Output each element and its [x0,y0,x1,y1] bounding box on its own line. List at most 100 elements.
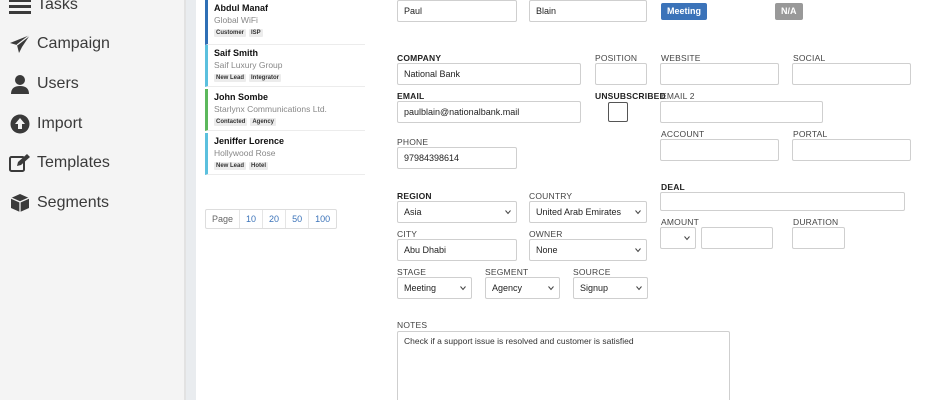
country-label: COUNTRY [529,191,573,201]
tag-badge: Contacted [214,118,248,126]
city-field[interactable]: Abu Dhabi [397,239,517,261]
email2-label: EMAIL 2 [661,91,695,101]
lead-tags: Contacted Agency [214,118,277,126]
last-name-field[interactable]: Blain [529,0,647,22]
duration-field[interactable] [792,227,845,249]
owner-select[interactable]: None [529,239,647,261]
sidebar-item-segments[interactable]: Segments [8,190,109,216]
email2-field[interactable] [660,101,823,123]
account-label: ACCOUNT [661,129,705,139]
stage-value: Meeting [404,283,437,293]
sidebar-item-templates[interactable]: Templates [8,150,110,176]
tasks-icon [8,0,32,16]
region-label: REGION [397,191,432,201]
unsubscribed-checkbox[interactable] [608,102,628,122]
chevron-down-icon [505,210,511,215]
region-value: Asia [404,207,422,217]
notes-textarea[interactable]: Check if a support issue is resolved and… [397,331,730,400]
sidebar: Tasks Campaign Users Import Templates Se… [0,0,186,400]
notes-label: NOTES [397,320,428,330]
page-label: Page [206,210,241,228]
lead-company: Hollywood Rose [214,148,276,158]
page-size-50-link[interactable]: 50 [286,210,310,228]
segment-label: SEGMENT [485,267,529,277]
social-label: SOCIAL [793,53,826,63]
social-field[interactable] [792,63,911,85]
company-label: COMPANY [397,53,442,63]
chevron-down-icon [636,286,642,291]
page-size-20-link[interactable]: 20 [263,210,287,228]
amount-field[interactable] [701,227,773,249]
company-field[interactable]: National Bank [397,63,581,85]
lead-tags: New Lead Hotel [214,162,269,170]
portal-field[interactable] [792,139,911,161]
page-size-10-link[interactable]: 10 [240,210,264,228]
account-field[interactable] [660,139,779,161]
sidebar-item-users[interactable]: Users [8,71,79,97]
sidebar-item-label: Users [37,75,79,92]
lead-name: John Sombe [214,92,269,102]
lead-company: Starlynx Communications Ltd. [214,104,327,114]
stage-label: STAGE [397,267,427,277]
segment-select[interactable]: Agency [485,277,560,299]
cube-icon [8,192,32,214]
source-select[interactable]: Signup [573,277,648,299]
lead-tags: Customer ISP [214,29,263,37]
na-badge: N/A [775,3,803,20]
stage-select[interactable]: Meeting [397,277,472,299]
chevron-down-icon [684,236,690,241]
email-label: EMAIL [397,91,425,101]
deal-label: DEAL [661,182,685,192]
region-select[interactable]: Asia [397,201,517,223]
tag-badge: New Lead [214,162,247,170]
sidebar-item-label: Tasks [37,0,78,13]
tag-badge: Agency [250,118,277,126]
phone-label: PHONE [397,137,429,147]
page-size-selector: Page 10 20 50 100 [205,209,338,229]
website-label: WEBSITE [661,53,701,63]
city-label: CITY [397,229,418,239]
lead-company: Global WiFi [214,15,258,25]
sidebar-item-label: Import [37,115,83,132]
tag-badge: Customer [214,29,247,37]
deal-field[interactable] [660,192,905,211]
chevron-down-icon [548,286,554,291]
sidebar-item-campaign[interactable]: Campaign [8,31,110,57]
list-item[interactable]: Saif Smith Saif Luxury Group New Lead In… [205,45,365,87]
website-field[interactable] [660,63,779,85]
lead-company: Saif Luxury Group [214,60,283,70]
tag-badge: New Lead [214,74,247,82]
chevron-down-icon [460,286,466,291]
arrow-up-circle-icon [8,113,32,135]
duration-label: DURATION [793,217,839,227]
country-select[interactable]: United Arab Emirates [529,201,647,223]
owner-value: None [536,245,558,255]
user-icon [8,73,32,95]
currency-select[interactable] [660,227,696,249]
edit-icon [8,152,32,174]
lead-name: Saif Smith [214,48,259,58]
lead-tags: New Lead Integrator [214,74,282,82]
phone-field[interactable]: 97984398614 [397,147,517,169]
sidebar-item-label: Campaign [37,35,110,52]
list-item[interactable]: John Sombe Starlynx Communications Ltd. … [205,89,365,131]
chevron-down-icon [635,248,641,253]
owner-label: OWNER [529,229,563,239]
chevron-down-icon [635,210,641,215]
tag-badge: Hotel [249,162,269,170]
email-field[interactable]: paulblain@nationalbank.mail [397,101,581,123]
position-field[interactable] [595,63,647,85]
source-value: Signup [580,283,609,293]
paper-plane-icon [8,33,32,55]
portal-label: PORTAL [793,129,828,139]
tag-badge: ISP [249,29,263,37]
source-label: SOURCE [573,267,611,277]
first-name-field[interactable]: Paul [397,0,517,22]
list-item[interactable]: Abdul Manaf Global WiFi Customer ISP [205,0,365,45]
page-size-100-link[interactable]: 100 [309,210,336,228]
list-item[interactable]: Jeniffer Lorence Hollywood Rose New Lead… [205,133,365,175]
sidebar-item-tasks[interactable]: Tasks [8,0,78,18]
amount-label: AMOUNT [661,217,700,227]
sidebar-item-import[interactable]: Import [8,111,82,137]
sidebar-item-label: Segments [37,194,110,211]
